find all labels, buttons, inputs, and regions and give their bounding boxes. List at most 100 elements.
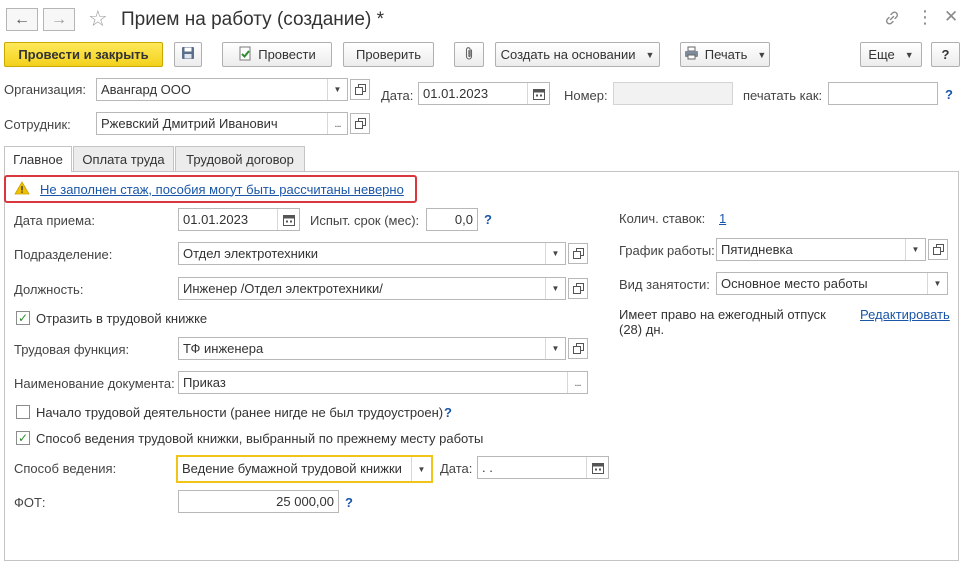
save-button[interactable] bbox=[174, 42, 202, 67]
tab-main-label: Главное bbox=[13, 152, 63, 167]
hire-date-label: Дата приема: bbox=[14, 213, 95, 228]
select-dots-icon[interactable]: ... bbox=[327, 113, 347, 134]
calendar-icon[interactable] bbox=[277, 209, 299, 230]
organization-field[interactable]: Авангард ООО ▼ bbox=[96, 78, 348, 101]
create-based-on-label: Создать на основании bbox=[500, 47, 636, 62]
department-label: Подразделение: bbox=[14, 247, 113, 262]
more-button[interactable]: Еще ▼ bbox=[860, 42, 922, 67]
chevron-down-icon[interactable]: ▼ bbox=[327, 79, 347, 100]
position-value: Инженер /Отдел электротехники/ bbox=[183, 281, 383, 296]
create-based-on-button[interactable]: Создать на основании ▼ bbox=[495, 42, 660, 67]
department-open-button[interactable] bbox=[568, 243, 588, 264]
date-label: Дата: bbox=[381, 88, 414, 103]
chevron-down-icon[interactable]: ▼ bbox=[545, 243, 565, 264]
help-button[interactable]: ? bbox=[931, 42, 960, 67]
reflect-book-label: Отразить в трудовой книжке bbox=[36, 311, 208, 326]
tab-panel-main bbox=[4, 171, 959, 561]
rates-value-link[interactable]: 1 bbox=[719, 211, 726, 227]
labor-function-value: ТФ инженера bbox=[183, 341, 264, 356]
vacation-text-line2: (28) дн. bbox=[619, 322, 665, 337]
calendar-icon[interactable] bbox=[586, 457, 608, 478]
rates-label: Колич. ставок: bbox=[619, 211, 706, 226]
method-field[interactable]: Ведение бумажной трудовой книжки ▼ bbox=[176, 455, 433, 483]
schedule-value: Пятидневка bbox=[721, 242, 793, 257]
probation-value: 0,0 bbox=[454, 212, 473, 227]
post-doc-icon bbox=[238, 46, 252, 64]
open-window-icon bbox=[354, 84, 366, 95]
employee-open-button[interactable] bbox=[350, 113, 370, 134]
post-button[interactable]: Провести bbox=[222, 42, 332, 67]
schedule-label: График работы: bbox=[619, 243, 715, 258]
doc-name-field[interactable]: Приказ ... bbox=[178, 371, 588, 394]
employment-label: Вид занятости: bbox=[619, 277, 710, 292]
first-job-checkbox[interactable] bbox=[16, 405, 30, 419]
method-value: Ведение бумажной трудовой книжки bbox=[182, 461, 402, 476]
print-as-value bbox=[829, 83, 937, 104]
schedule-field[interactable]: Пятидневка ▼ bbox=[716, 238, 926, 261]
position-field[interactable]: Инженер /Отдел электротехники/ ▼ bbox=[178, 277, 566, 300]
tab-payment[interactable]: Оплата труда bbox=[73, 146, 174, 171]
reflect-book-checkbox[interactable]: ✓ bbox=[16, 311, 30, 325]
save-icon bbox=[181, 46, 195, 63]
warning-banner: Не заполнен стаж, пособия могут быть рас… bbox=[4, 175, 417, 203]
fot-value: 25 000,00 bbox=[276, 494, 334, 509]
open-window-icon bbox=[572, 283, 584, 294]
date-field[interactable]: 01.01.2023 bbox=[418, 82, 550, 105]
warning-link[interactable]: Не заполнен стаж, пособия могут быть рас… bbox=[40, 182, 404, 197]
number-field[interactable] bbox=[613, 82, 733, 105]
hire-date-value: 01.01.2023 bbox=[183, 212, 249, 227]
method-date-value: . . bbox=[482, 460, 493, 475]
check-button[interactable]: Проверить bbox=[343, 42, 434, 67]
link-icon[interactable] bbox=[884, 10, 900, 26]
chevron-down-icon: ▼ bbox=[904, 49, 914, 60]
labor-function-label: Трудовая функция: bbox=[14, 342, 130, 357]
schedule-open-button[interactable] bbox=[928, 239, 948, 260]
organization-value: Авангард ООО bbox=[101, 82, 191, 97]
chevron-down-icon[interactable]: ▼ bbox=[905, 239, 925, 260]
department-field[interactable]: Отдел электротехники ▼ bbox=[178, 242, 566, 265]
checkmark-icon: ✓ bbox=[17, 431, 29, 445]
post-and-close-button[interactable]: Провести и закрыть bbox=[4, 42, 163, 67]
favorite-star-icon[interactable]: ☆ bbox=[88, 6, 108, 32]
number-label: Номер: bbox=[564, 88, 608, 103]
chevron-down-icon[interactable]: ▼ bbox=[411, 457, 431, 481]
edit-vacation-link[interactable]: Редактировать bbox=[860, 307, 950, 323]
forward-button[interactable]: → bbox=[43, 8, 75, 31]
method-date-field[interactable]: . . bbox=[477, 456, 609, 479]
labor-function-field[interactable]: ТФ инженера ▼ bbox=[178, 337, 566, 360]
chevron-down-icon[interactable]: ▼ bbox=[545, 278, 565, 299]
more-label: Еще bbox=[868, 47, 895, 62]
back-button[interactable]: ← bbox=[6, 8, 38, 31]
help-label: ? bbox=[941, 47, 950, 62]
calendar-icon[interactable] bbox=[527, 83, 549, 104]
book-method-prev-checkbox[interactable]: ✓ bbox=[16, 431, 30, 445]
chevron-down-icon[interactable]: ▼ bbox=[927, 273, 947, 294]
close-icon[interactable]: ✕ bbox=[944, 6, 958, 28]
employee-field[interactable]: Ржевский Дмитрий Иванович ... bbox=[96, 112, 348, 135]
labor-function-open-button[interactable] bbox=[568, 338, 588, 359]
chevron-down-icon[interactable]: ▼ bbox=[545, 338, 565, 359]
hire-date-field[interactable]: 01.01.2023 bbox=[178, 208, 300, 231]
position-open-button[interactable] bbox=[568, 278, 588, 299]
open-window-icon bbox=[572, 343, 584, 354]
vacation-text-line1: Имеет право на ежегодный отпуск bbox=[619, 307, 826, 322]
employment-value: Основное место работы bbox=[721, 276, 868, 291]
print-as-help-icon[interactable]: ? bbox=[945, 87, 953, 103]
organization-open-button[interactable] bbox=[350, 79, 370, 100]
method-label: Способ ведения: bbox=[14, 461, 117, 476]
attach-button[interactable] bbox=[454, 42, 484, 67]
fot-help-icon[interactable]: ? bbox=[345, 495, 353, 511]
probation-field[interactable]: 0,0 bbox=[426, 208, 478, 231]
select-dots-icon[interactable]: ... bbox=[567, 372, 587, 393]
print-as-field[interactable] bbox=[828, 82, 938, 105]
fot-field[interactable]: 25 000,00 bbox=[178, 490, 339, 513]
doc-name-value: Приказ bbox=[183, 375, 226, 390]
tab-main[interactable]: Главное bbox=[4, 146, 72, 172]
print-label: Печать bbox=[704, 47, 748, 62]
more-menu-icon[interactable]: ⋮ bbox=[916, 6, 934, 28]
employment-field[interactable]: Основное место работы ▼ bbox=[716, 272, 948, 295]
tab-labor-contract[interactable]: Трудовой договор bbox=[175, 146, 305, 171]
probation-help-icon[interactable]: ? bbox=[484, 212, 492, 228]
print-button[interactable]: Печать ▼ bbox=[680, 42, 770, 67]
first-job-help-icon[interactable]: ? bbox=[444, 405, 452, 421]
